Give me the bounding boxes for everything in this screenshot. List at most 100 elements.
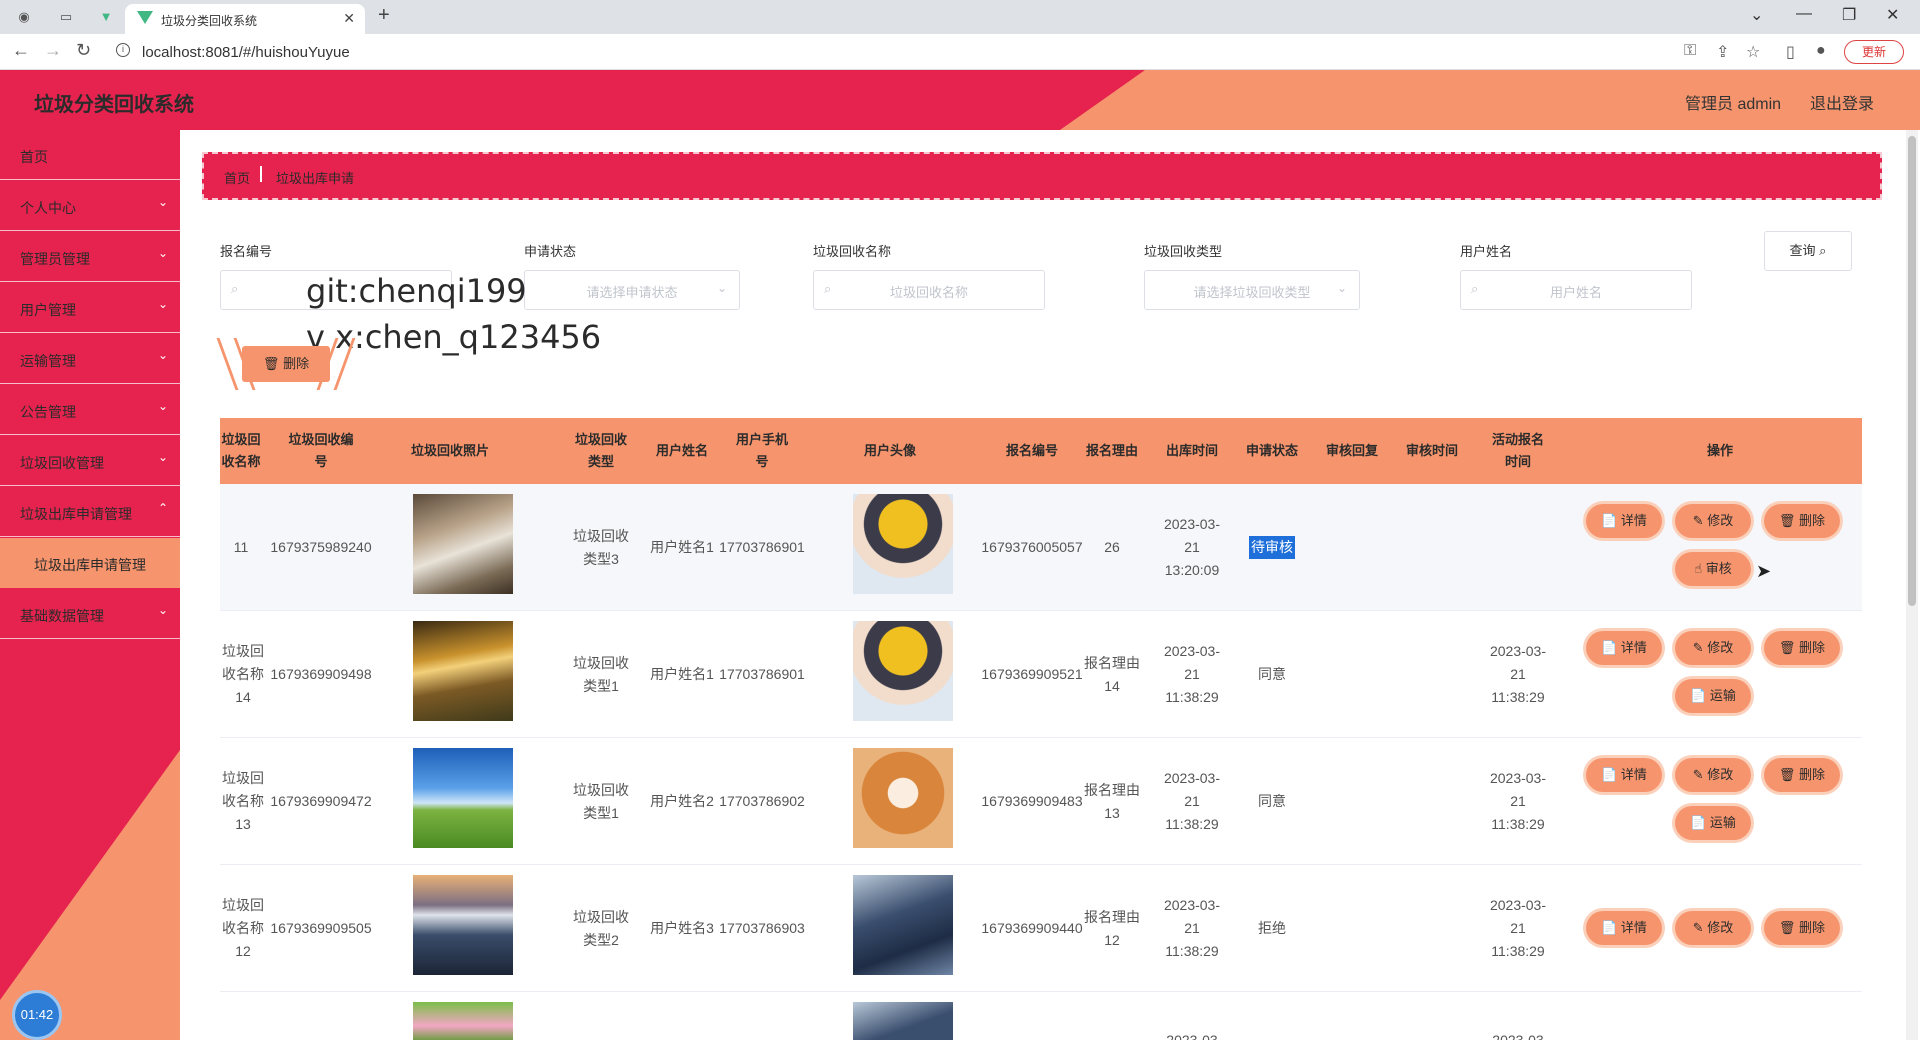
mouse-cursor-icon: ➤ — [1756, 561, 1772, 581]
vue-logo-icon — [137, 11, 153, 24]
reload-icon[interactable]: ↻ — [76, 40, 91, 61]
star-icon[interactable]: ☆ — [1746, 42, 1760, 62]
recycle-photo[interactable] — [413, 875, 513, 975]
sidebar-item-home[interactable]: 首页 — [0, 130, 180, 180]
tab-search-icon[interactable]: ⌄ — [1750, 5, 1763, 25]
transport-button[interactable]: 📄 运输 — [1675, 679, 1751, 713]
chevron-down-icon: ⌄ — [157, 246, 168, 260]
col-reason: 报名理由 — [1085, 443, 1138, 458]
detail-button[interactable]: 📄 详情 — [1586, 758, 1662, 792]
vue-icon[interactable]: ▼ — [96, 7, 116, 27]
user-avatar[interactable] — [853, 621, 953, 721]
query-button[interactable]: 查询 ⌕ — [1764, 231, 1852, 271]
user-avatar[interactable] — [853, 1002, 953, 1040]
chevron-down-icon: ⌄ — [157, 195, 168, 209]
chevron-up-icon: ⌃ — [157, 501, 168, 515]
edit-button[interactable]: ✎ 修改 — [1675, 631, 1751, 665]
breadcrumb-home[interactable]: 首页 — [224, 168, 250, 187]
chevron-down-icon: ⌄ — [157, 297, 168, 311]
col-phone: 用户手机号 — [735, 432, 788, 469]
filter-label-user: 用户姓名 — [1460, 244, 1513, 259]
col-status: 申请状态 — [1245, 443, 1298, 458]
site-info-icon[interactable]: i — [116, 43, 130, 57]
delete-button[interactable]: 🗑 删除 — [1764, 504, 1840, 538]
github-icon[interactable]: ◉ — [14, 7, 34, 27]
logout-link[interactable]: 退出登录 — [1810, 90, 1874, 114]
url-text: localhost:8081/#/huishouYuyue — [142, 44, 350, 61]
table-row[interactable]: 11 1679375989240 垃圾回收类型3 用户姓名1 177037869… — [220, 484, 1862, 611]
chevron-down-icon: ⌄ — [157, 399, 168, 413]
edit-button[interactable]: ✎ 修改 — [1675, 911, 1751, 945]
sidebar-item-recycling[interactable]: 垃圾回收管理 ⌄ — [0, 436, 180, 486]
sidebar-item-outbound[interactable]: 垃圾出库申请管理 ⌃ — [0, 487, 180, 537]
col-user: 用户姓名 — [655, 443, 708, 458]
edit-button[interactable]: ✎ 修改 — [1675, 504, 1751, 538]
detail-button[interactable]: 📄 详情 — [1586, 911, 1662, 945]
detail-button[interactable]: 📄 详情 — [1586, 504, 1662, 538]
delete-button[interactable]: 🗑 删除 — [1764, 631, 1840, 665]
user-avatar[interactable] — [853, 494, 953, 594]
new-tab-icon[interactable]: + — [378, 4, 390, 27]
filter-label-type: 垃圾回收类型 — [1144, 244, 1223, 259]
sidebar-item-admins[interactable]: 管理员管理 ⌄ — [0, 232, 180, 282]
url-field[interactable]: i localhost:8081/#/huishouYuyue — [110, 38, 1670, 66]
col-code: 垃圾回收编号 — [288, 432, 354, 469]
table-row[interactable]: 垃圾回收名称14 1679369909498 垃圾回收类型1 用户姓名1 177… — [220, 611, 1862, 738]
forward-icon[interactable]: → — [44, 40, 62, 61]
chevron-down-icon: ⌄ — [157, 603, 168, 617]
search-icon: ⌕ — [1819, 243, 1827, 258]
back-icon[interactable]: ← — [12, 40, 30, 61]
type-select[interactable]: 请选择垃圾回收类型 ⌄ — [1144, 270, 1360, 310]
share-icon[interactable]: ⇪ — [1716, 42, 1729, 62]
sidebar-item-profile[interactable]: 个人中心 ⌄ — [0, 181, 180, 231]
table-row[interactable]: 垃圾回收名称13 1679369909472 垃圾回收类型1 用户姓名2 177… — [220, 738, 1862, 865]
col-name: 垃圾回收名称 — [221, 432, 261, 469]
col-signup: 报名编号 — [1005, 443, 1058, 458]
timer-badge: 01:42 — [12, 990, 62, 1040]
minimize-icon[interactable]: — — [1796, 5, 1812, 23]
recycle-photo[interactable] — [413, 748, 513, 848]
col-type: 垃圾回收类型 — [574, 432, 627, 469]
chevron-down-icon: ⌄ — [716, 281, 727, 295]
col-reply: 审核回复 — [1325, 443, 1378, 458]
status-select[interactable]: 请选择申请状态 ⌄ — [524, 270, 740, 310]
col-actions: 操作 — [1706, 443, 1733, 458]
key-icon[interactable]: ⚿ — [1684, 42, 1696, 60]
page-scrollbar[interactable] — [1906, 130, 1918, 1040]
sidebar-item-notices[interactable]: 公告管理 ⌄ — [0, 385, 180, 435]
delete-button[interactable]: 🗑 删除 — [1764, 758, 1840, 792]
admin-label[interactable]: 管理员 admin — [1685, 90, 1781, 114]
name-input[interactable]: ⌕ 垃圾回收名称 — [813, 270, 1045, 310]
profile-icon[interactable]: ● — [1816, 42, 1826, 60]
search-icon: ⌕ — [231, 281, 239, 296]
user-avatar[interactable] — [853, 748, 953, 848]
active-tab[interactable]: 垃圾分类回收系统 ✕ — [125, 4, 365, 34]
restore-icon[interactable]: ❐ — [1842, 5, 1856, 25]
filter-label-signup-no: 报名编号 — [220, 244, 273, 259]
close-tab-icon[interactable]: ✕ — [343, 10, 355, 27]
table-row[interactable]: 2023-03 2023-03 — [220, 992, 1862, 1040]
sidebar-item-transport[interactable]: 运输管理 ⌄ — [0, 334, 180, 384]
sidebar-subitem-outbound-manage[interactable]: 垃圾出库申请管理 — [0, 538, 180, 588]
chevron-down-icon: ⌄ — [157, 450, 168, 464]
sidebar-item-users[interactable]: 用户管理 ⌄ — [0, 283, 180, 333]
sidebar-item-basedata[interactable]: 基础数据管理 ⌄ — [0, 589, 180, 639]
user-avatar[interactable] — [853, 875, 953, 975]
sidepanel-icon[interactable]: ▯ — [1786, 42, 1795, 62]
bulk-delete-button[interactable]: 🗑 删除 — [242, 346, 330, 382]
update-button[interactable]: 更新 — [1844, 40, 1904, 64]
table-row[interactable]: 垃圾回收名称12 1679369909505 垃圾回收类型2 用户姓名3 177… — [220, 865, 1862, 992]
recycle-photo[interactable] — [413, 1002, 513, 1040]
edit-button[interactable]: ✎ 修改 — [1675, 758, 1751, 792]
blank-tab-icon[interactable]: ▭ — [56, 7, 76, 27]
status-badge: 同意 — [1258, 666, 1286, 682]
recycle-photo[interactable] — [413, 494, 513, 594]
close-window-icon[interactable]: ✕ — [1886, 5, 1899, 25]
detail-button[interactable]: 📄 详情 — [1586, 631, 1662, 665]
audit-button[interactable]: ☝ 审核 — [1675, 552, 1751, 586]
transport-button[interactable]: 📄 运输 — [1675, 806, 1751, 840]
recycle-photo[interactable] — [413, 621, 513, 721]
delete-button[interactable]: 🗑 删除 — [1764, 911, 1840, 945]
user-input[interactable]: ⌕ 用户姓名 — [1460, 270, 1692, 310]
breadcrumb-current: 垃圾出库申请 — [276, 171, 355, 186]
